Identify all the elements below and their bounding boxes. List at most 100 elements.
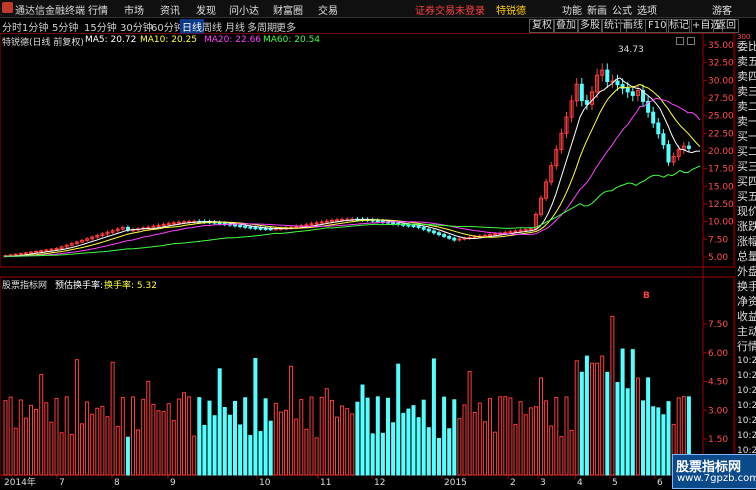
menu-item-ask[interactable]: 问小达 [229, 2, 259, 17]
overlay-button[interactable]: 叠加 [553, 19, 579, 33]
volume-bar [559, 436, 564, 476]
multi-stock-button[interactable]: 多股 [577, 19, 603, 33]
price-tick-label-9: 12.50 [708, 200, 734, 210]
volume-bar [233, 400, 237, 476]
volume-bar [564, 396, 569, 476]
volume-bar [365, 397, 370, 476]
candle-body [482, 234, 487, 237]
rp-label-22: 10:26 [737, 371, 756, 381]
rp-label-23: 10:26 [737, 386, 756, 396]
period-daily[interactable]: 日线 [180, 19, 204, 34]
candle-body [447, 235, 452, 239]
candle-body [217, 222, 222, 225]
candle-body [263, 228, 268, 231]
volume-bar [396, 363, 401, 476]
volume-bar [74, 359, 79, 476]
volume-bar [197, 397, 202, 476]
ma5-line [3, 77, 700, 257]
menu-item-quotes[interactable]: 行情 [88, 2, 108, 17]
volume-bar [574, 360, 579, 476]
volume-bar [151, 403, 156, 476]
menu-item-market[interactable]: 市场 [124, 2, 144, 17]
period-monthly[interactable]: 月线 [225, 19, 245, 34]
candle-body [431, 230, 436, 234]
chart-area[interactable]: 35.00 32.50 30.00 27.50 25.00 22.50 20.00 17.50… [0, 32, 735, 488]
volume-bar [23, 417, 28, 476]
vol-tick-label-1: 6.00 [708, 349, 728, 359]
candle-body [452, 237, 457, 241]
period-5min[interactable]: 5分钟 [52, 19, 78, 34]
period-more[interactable]: 更多 [276, 19, 296, 34]
menu-item-options[interactable]: 选项 [637, 2, 657, 17]
candle-body [508, 231, 513, 234]
candle-body [528, 228, 533, 231]
menu-item-discover[interactable]: 发现 [196, 2, 216, 17]
candle-body [23, 252, 28, 255]
period-1min[interactable]: 1分钟 [22, 19, 48, 34]
candle-body [329, 220, 334, 223]
zoom-icon[interactable] [676, 37, 684, 45]
period-weekly[interactable]: 周线 [202, 19, 222, 34]
buy-marker: B [643, 291, 650, 301]
candle-body [513, 230, 518, 233]
rp-label-25: 10:26 [737, 416, 756, 426]
candle-body [44, 249, 49, 252]
draw-line-button[interactable]: 画线 [620, 19, 646, 33]
app-title: 通达信金融终端 [15, 6, 85, 17]
right-quote-panel: 300 委比卖五卖四卖三卖二卖一买一买二买三买四买五现价涨跌涨幅总量外盘换手净资… [735, 33, 756, 487]
volume-bar [13, 427, 18, 476]
candle-body [171, 222, 176, 225]
price-tick-label-11: 7.50 [708, 235, 728, 245]
price-tick-label-10: 10.00 [708, 218, 734, 228]
candle-body [34, 250, 39, 253]
volume-bar [457, 418, 462, 476]
maximize-icon[interactable] [687, 37, 695, 45]
menu-item-wealth[interactable]: 财富圈 [273, 2, 303, 17]
volume-bar [80, 423, 84, 476]
candle-body [340, 219, 345, 222]
candle-body [18, 253, 23, 256]
candle-body [375, 220, 380, 223]
volume-bar [34, 408, 39, 476]
volume-bar [238, 424, 243, 476]
volume-bar [182, 392, 186, 476]
rp-label-9: 买四 [737, 175, 756, 188]
price-tick-label-1: 32.50 [708, 59, 734, 69]
candle-body [248, 226, 253, 229]
volume-bar [467, 371, 472, 476]
menu-item-formula[interactable]: 公式 [612, 2, 632, 17]
candle-body [523, 229, 528, 232]
menu-item-function[interactable]: 功能 [562, 2, 582, 17]
volume-bar [29, 404, 33, 476]
volume-bar [590, 362, 594, 476]
period-multi[interactable]: 多周期 [247, 19, 277, 34]
menu-item-guest[interactable]: 游客 [712, 2, 732, 17]
period-timeshare[interactable]: 分时 [2, 19, 22, 34]
volume-bar [187, 396, 192, 476]
menu-item-trade[interactable]: 交易 [318, 2, 338, 17]
menu-item-draw[interactable]: 新画 [587, 2, 607, 17]
candle-body [54, 247, 59, 250]
candle-body [13, 253, 18, 256]
volume-bar [488, 398, 492, 476]
volume-bar [641, 400, 645, 476]
volume-bar [646, 377, 651, 476]
volume-bar [304, 428, 309, 476]
back-button[interactable]: 返回 [713, 19, 739, 33]
candle-body [304, 224, 309, 227]
candle-body [503, 231, 508, 234]
volume-bar [554, 397, 559, 476]
menu-item-news[interactable]: 资讯 [160, 2, 180, 17]
volume-bar [360, 384, 365, 476]
volume-bar [340, 405, 345, 476]
adjust-button[interactable]: 复权 [529, 19, 555, 33]
period-60min[interactable]: 60分钟 [151, 19, 184, 34]
period-15min[interactable]: 15分钟 [84, 19, 117, 34]
chart-title: 特锐德(日线 前复权) [2, 38, 84, 48]
login-notice[interactable]: 证券交易未登录 [415, 2, 485, 17]
kline-chart[interactable]: 35.0032.5030.0027.5025.0022.5020.0017.50… [0, 32, 735, 488]
volume-bar [110, 361, 115, 476]
candle-body [166, 223, 171, 226]
candle-body [391, 222, 396, 225]
period-30min[interactable]: 30分钟 [120, 19, 153, 34]
